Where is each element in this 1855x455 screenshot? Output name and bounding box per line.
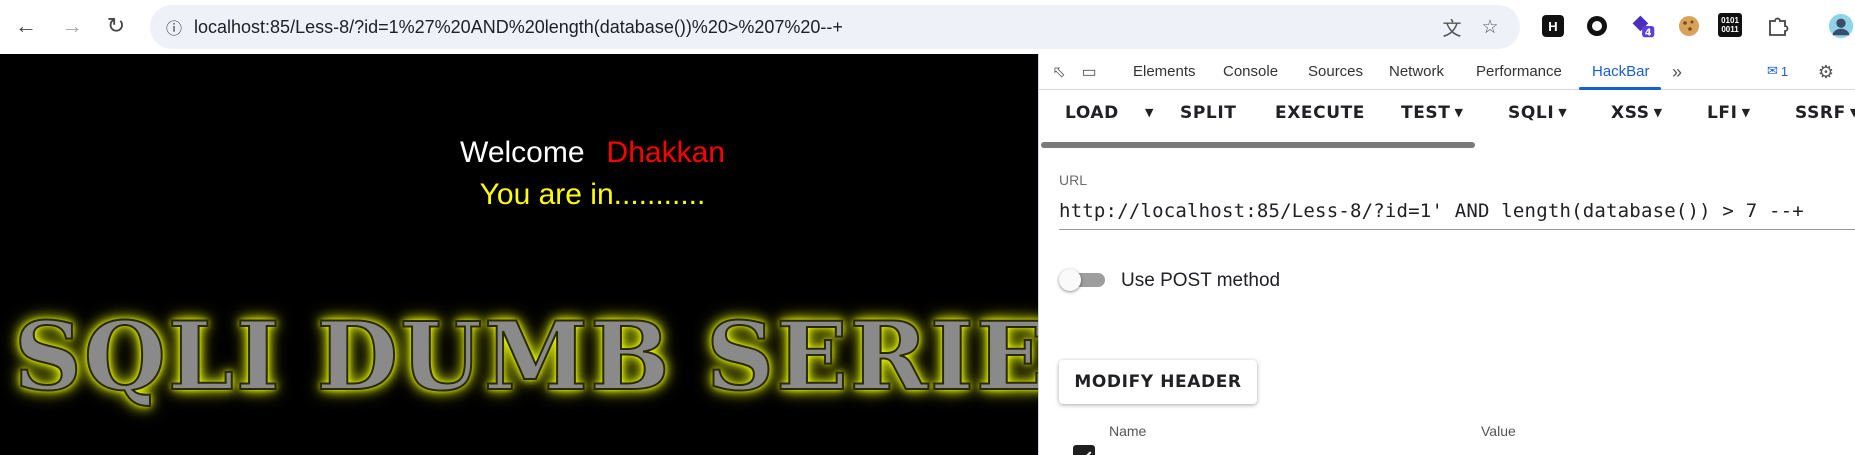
inspect-icon[interactable]: ⬁ xyxy=(1047,60,1071,84)
devtools-tabbar: ⬁ ▭ Elements Console Sources Network Per… xyxy=(1039,54,1855,90)
load-button[interactable]: LOAD xyxy=(1065,103,1119,123)
message-icon: ✉ xyxy=(1767,63,1778,78)
post-method-toggle[interactable] xyxy=(1059,269,1105,291)
banner-logo: SQLI DUMB SERIES xyxy=(13,301,1038,413)
welcome-name: Dhakkan xyxy=(606,136,725,169)
browser-toolbar: ← → ↻ ⓘ localhost:85/Less-8/?id=1%27%20A… xyxy=(0,0,1855,54)
execute-button[interactable]: EXECUTE xyxy=(1275,103,1365,123)
site-info-icon[interactable]: ⓘ xyxy=(160,13,188,41)
tab-sources[interactable]: Sources xyxy=(1308,63,1363,80)
extension-badge-icon[interactable]: 4 xyxy=(1630,13,1656,39)
chevron-down-icon: ▼ xyxy=(1741,106,1751,119)
bookmark-star-icon[interactable]: ☆ xyxy=(1478,15,1502,39)
post-method-label[interactable]: Use POST method xyxy=(1121,270,1280,292)
url-input[interactable]: http://localhost:85/Less-8/?id=1' AND le… xyxy=(1059,200,1804,222)
lfi-menu-button[interactable]: LFI ▼ xyxy=(1707,103,1751,123)
chevron-down-icon: ▼ xyxy=(1850,106,1855,119)
tab-network[interactable]: Network xyxy=(1389,63,1444,80)
back-button[interactable]: ← xyxy=(9,9,43,43)
chevron-down-icon: ▼ xyxy=(1653,106,1663,119)
address-bar[interactable]: ⓘ localhost:85/Less-8/?id=1%27%20AND%20l… xyxy=(150,5,1520,49)
reload-icon: ↻ xyxy=(106,13,126,38)
settings-gear-icon[interactable]: ⚙ xyxy=(1814,60,1838,84)
address-path: :85/Less-8/?id=1%27%20AND%20length(datab… xyxy=(265,17,843,37)
test-menu-button[interactable]: TEST ▼ xyxy=(1401,103,1464,123)
tab-console[interactable]: Console xyxy=(1223,63,1278,80)
message-count: 1 xyxy=(1780,63,1789,79)
chevron-down-icon: ▼ xyxy=(1145,106,1155,119)
devtools-panel: ⬁ ▭ Elements Console Sources Network Per… xyxy=(1038,54,1855,455)
xss-menu-button[interactable]: XSS ▼ xyxy=(1611,103,1663,123)
extension-h-icon[interactable]: H xyxy=(1542,15,1564,37)
forward-button[interactable]: → xyxy=(55,9,89,43)
welcome-text: Welcome xyxy=(460,136,585,169)
load-label: LOAD xyxy=(1065,103,1119,123)
lfi-label: LFI xyxy=(1707,103,1738,123)
active-tab-indicator xyxy=(1579,87,1661,90)
hackbar-toolbar: LOAD ▼ SPLIT EXECUTE TEST ▼ SQLI ▼ XSS ▼ LF… xyxy=(1039,91,1855,141)
extension-circle-icon[interactable] xyxy=(1584,13,1610,39)
back-icon: ← xyxy=(15,13,37,38)
sqli-label: SQLI xyxy=(1508,103,1555,123)
puzzle-icon[interactable] xyxy=(1765,13,1791,39)
avatar[interactable] xyxy=(1828,13,1854,39)
toolbar-scrollbar[interactable] xyxy=(1041,142,1475,148)
split-button[interactable]: SPLIT xyxy=(1180,103,1236,123)
ssrf-label: SSRF xyxy=(1795,103,1846,123)
header-row-checkbox[interactable] xyxy=(1073,445,1095,455)
tab-hackbar[interactable]: HackBar xyxy=(1592,63,1650,80)
cookie-icon[interactable] xyxy=(1676,13,1702,39)
translate-icon[interactable]: 文 xyxy=(1440,15,1464,40)
address-host: localhost xyxy=(194,17,266,37)
url-input-underline xyxy=(1059,229,1855,230)
reload-button[interactable]: ↻ xyxy=(99,9,133,43)
ssrf-menu-button[interactable]: SSRF ▼ xyxy=(1795,103,1855,123)
status-message: You are in........... xyxy=(479,178,706,211)
tab-performance[interactable]: Performance xyxy=(1476,63,1562,80)
chevron-down-icon: ▼ xyxy=(1558,106,1568,119)
header-name-column: Name xyxy=(1109,423,1147,439)
xss-label: XSS xyxy=(1611,103,1650,123)
header-value-column: Value xyxy=(1481,423,1516,439)
svg-text:4: 4 xyxy=(1645,28,1652,39)
tab-elements[interactable]: Elements xyxy=(1133,63,1196,80)
binary-icon[interactable]: 0101 0011 xyxy=(1718,13,1742,37)
messages-badge[interactable]: ✉ 1 xyxy=(1767,63,1788,79)
page-content: Welcome Dhakkan You are in........... SQL… xyxy=(0,54,1038,455)
test-label: TEST xyxy=(1401,103,1451,123)
device-toolbar-icon[interactable]: ▭ xyxy=(1077,60,1101,84)
more-tabs-icon[interactable]: » xyxy=(1665,60,1689,84)
modify-header-button[interactable]: MODIFY HEADER xyxy=(1059,360,1257,404)
welcome-line: Welcome Dhakkan xyxy=(0,136,1038,170)
url-label: URL xyxy=(1059,172,1088,188)
address-text[interactable]: localhost:85/Less-8/?id=1%27%20AND%20len… xyxy=(194,17,843,38)
toggle-knob xyxy=(1059,269,1081,291)
sqli-menu-button[interactable]: SQLI ▼ xyxy=(1508,103,1567,123)
load-dropdown-button[interactable]: ▼ xyxy=(1141,103,1154,123)
forward-icon: → xyxy=(61,13,83,38)
chevron-down-icon: ▼ xyxy=(1454,106,1464,119)
